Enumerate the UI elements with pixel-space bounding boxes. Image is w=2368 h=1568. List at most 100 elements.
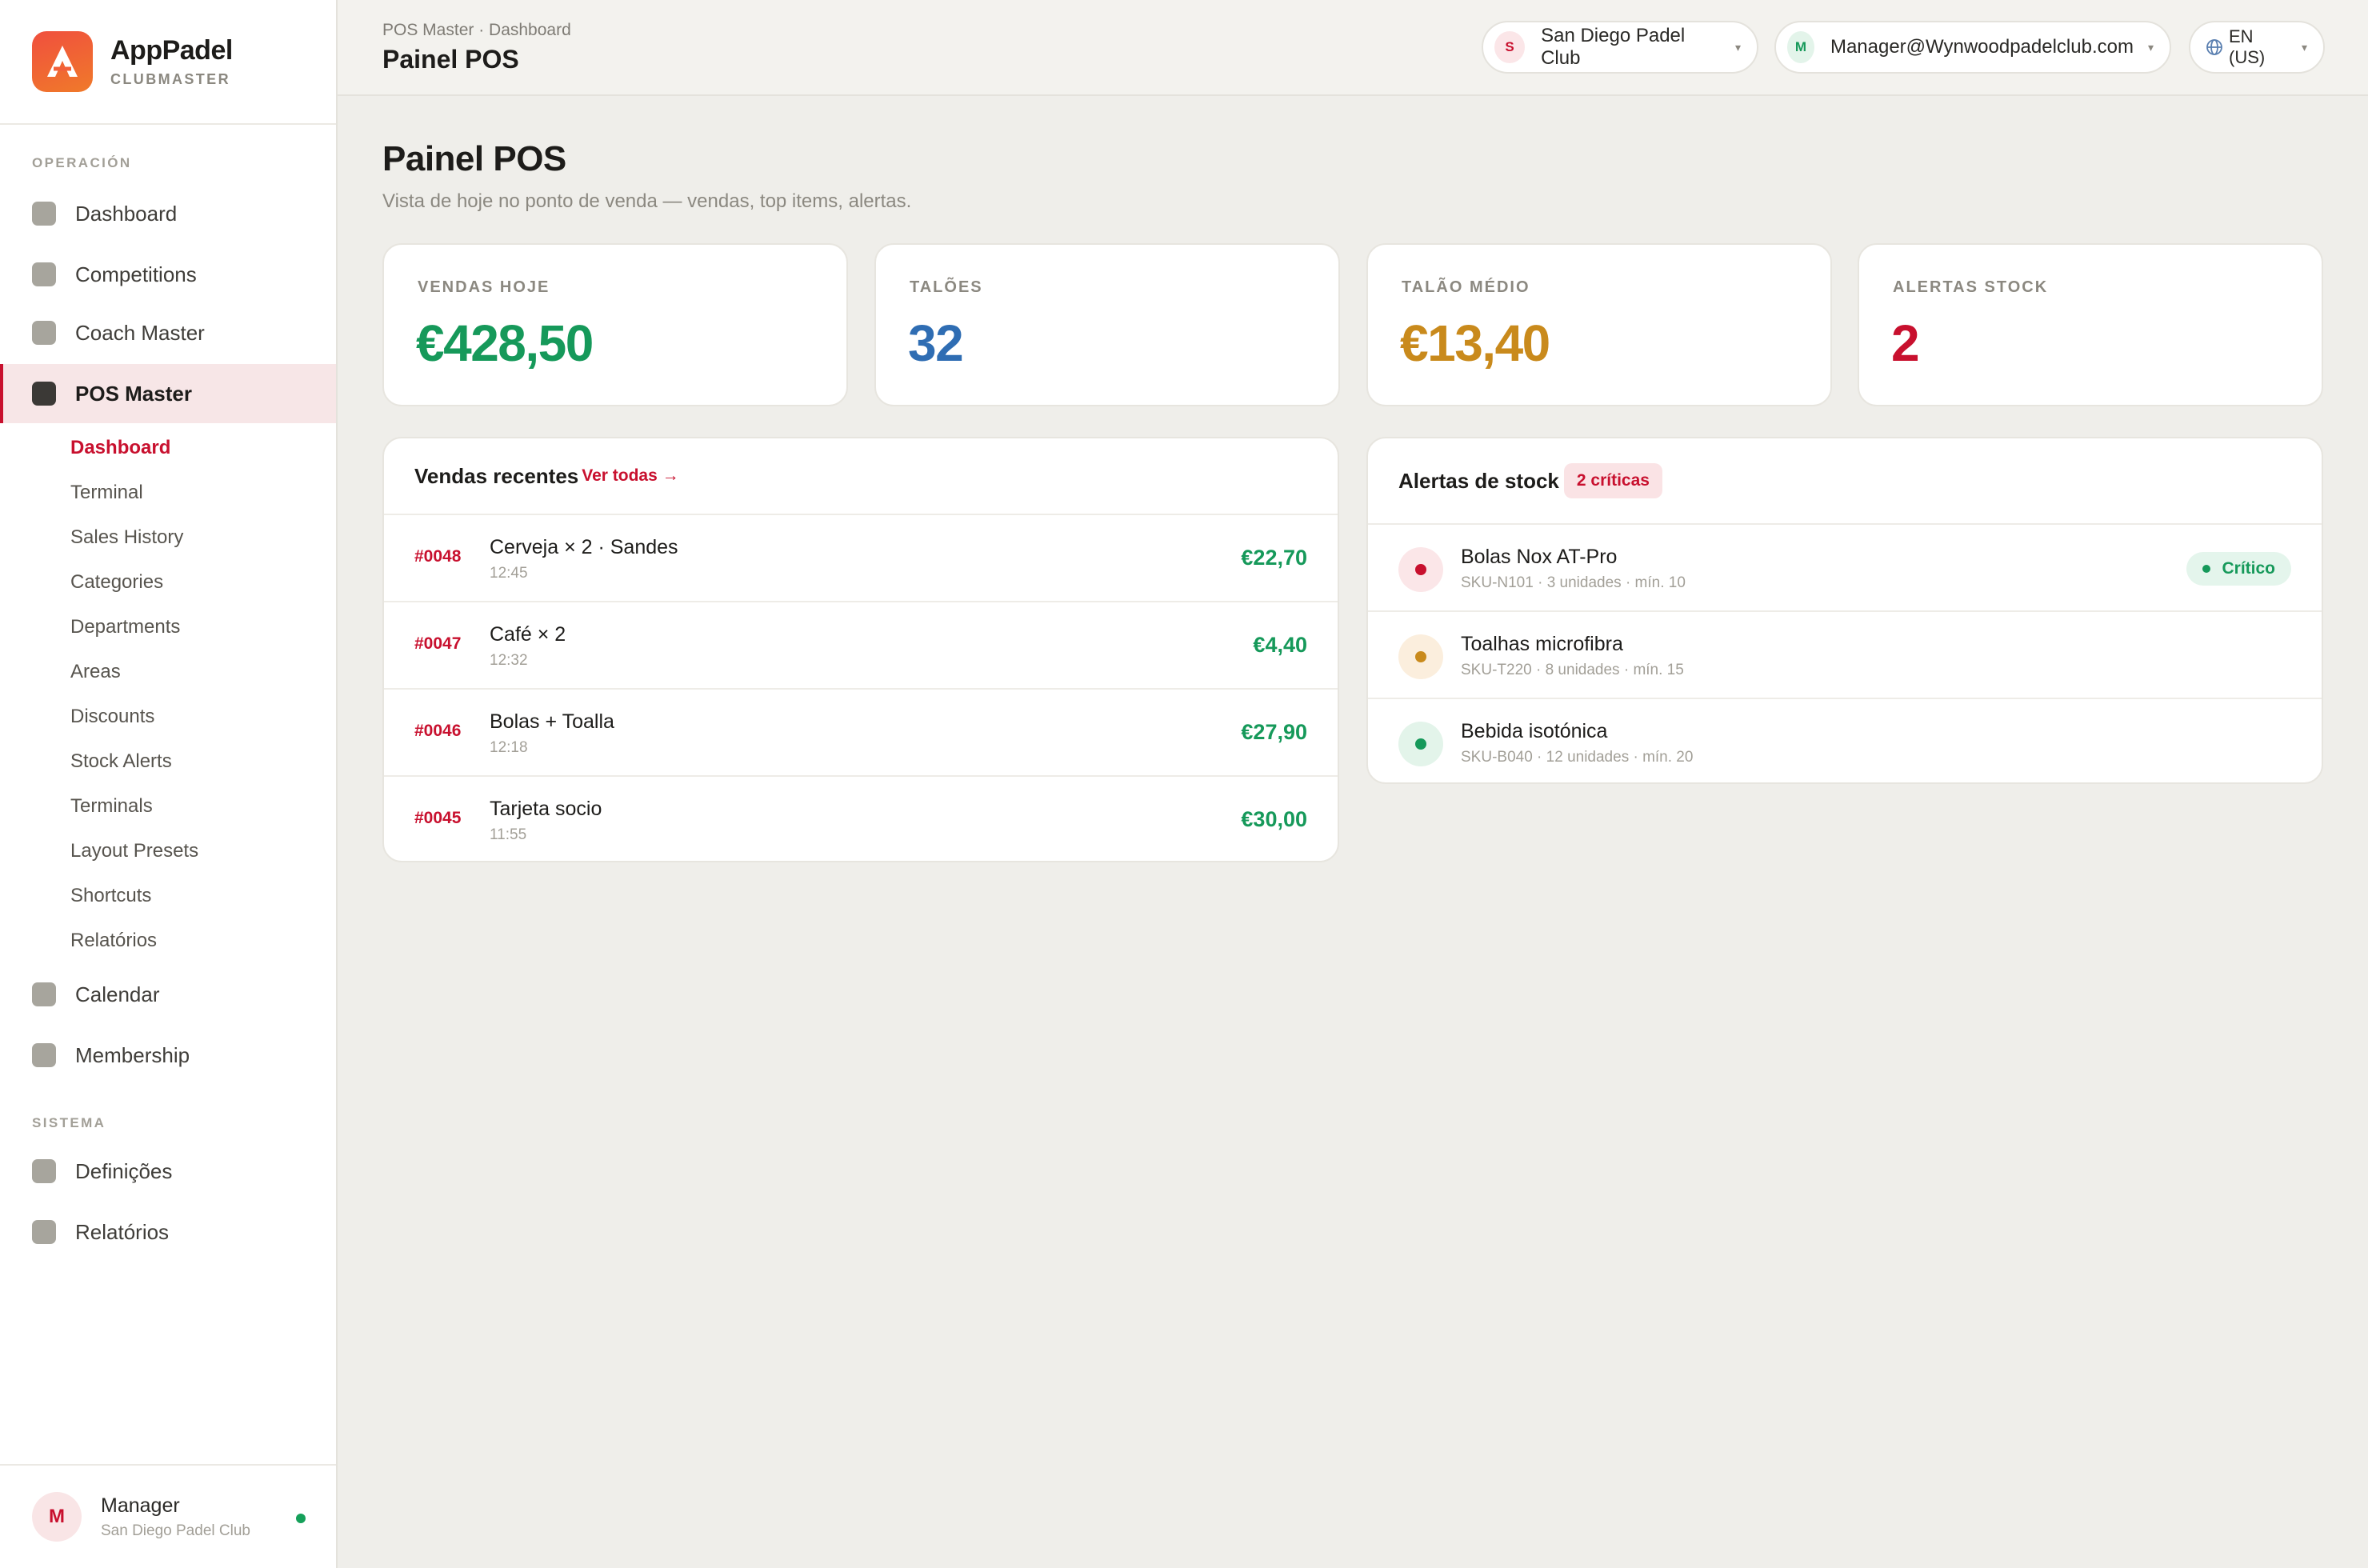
kpi-value: 2: [1891, 314, 1920, 372]
globe-icon: [2205, 38, 2224, 57]
sidebar-item-pos-master[interactable]: POS Master: [0, 364, 336, 423]
section-label-sistema: SISTEMA: [32, 1115, 106, 1130]
sale-amount: €27,90: [1241, 720, 1307, 744]
alert-status-icon: [1398, 547, 1443, 592]
section-label-operacion: OPERACIÓN: [32, 155, 132, 170]
account-selector[interactable]: M Manager@Wynwoodpadelclub.com ▾: [1774, 21, 2171, 74]
sale-time: 12:18: [490, 739, 528, 756]
alert-status-icon: [1398, 634, 1443, 679]
stock-alerts-panel: Alertas de stock 2 críticas Bolas Nox AT…: [1366, 437, 2323, 784]
stock-alerts-title: Alertas de stock: [1398, 468, 1559, 493]
subnav-stock-alerts[interactable]: Stock Alerts: [70, 750, 172, 773]
sale-time: 11:55: [490, 826, 527, 843]
sale-amount: €22,70: [1241, 546, 1307, 570]
sidebar-item-label: POS Master: [75, 381, 192, 406]
alert-product-meta: SKU-B040 · 12 unidades · mín. 20: [1461, 749, 1694, 766]
sale-name: Cerveja × 2 · Sandes: [490, 536, 678, 558]
topbar: POS Master · Dashboard Painel POS S San …: [338, 0, 2368, 96]
sidebar-item-label: Dashboard: [75, 201, 178, 226]
coach-master-icon: [32, 321, 56, 345]
alert-product-meta: SKU-N101 · 3 unidades · mín. 10: [1461, 574, 1686, 591]
club-selector[interactable]: S San Diego Padel Club ▾: [1482, 21, 1758, 74]
account-email: Manager@Wynwoodpadelclub.com: [1830, 36, 2134, 58]
kpi-card-talao-medio: TALÃO MÉDIO €13,40: [1366, 243, 1832, 406]
alert-product-name: Toalhas microfibra: [1461, 633, 1623, 655]
status-label: Crítico: [2222, 559, 2275, 578]
kpi-label: TALÃO MÉDIO: [1402, 278, 1530, 296]
club-avatar: S: [1494, 31, 1526, 63]
sale-name: Tarjeta socio: [490, 798, 602, 820]
brand[interactable]: AppPadel CLUBMASTER: [0, 0, 336, 125]
subnav-discounts[interactable]: Discounts: [70, 706, 154, 728]
language-selector[interactable]: EN (US) ▾: [2189, 21, 2325, 74]
reports-icon: [32, 1220, 56, 1244]
sale-name: Café × 2: [490, 623, 566, 646]
language-label: EN (US): [2229, 26, 2266, 67]
sidebar-item-label: Relatórios: [75, 1219, 170, 1244]
apppadel-logo-icon: [32, 31, 93, 92]
subnav-areas[interactable]: Areas: [70, 661, 121, 683]
kpi-card-taloes: TALÕES 32: [874, 243, 1340, 406]
sidebar-item-relatorios[interactable]: Relatórios: [0, 1202, 336, 1262]
subnav-terminal[interactable]: Terminal: [70, 482, 143, 504]
user-club: San Diego Padel Club: [101, 1522, 250, 1539]
chevron-down-icon: ▾: [1734, 40, 1741, 54]
sale-name: Bolas + Toalla: [490, 710, 614, 733]
subnav-categories[interactable]: Categories: [70, 571, 163, 594]
sidebar-item-coach-master[interactable]: Coach Master: [0, 303, 336, 362]
sale-time: 12:32: [490, 652, 528, 669]
kpi-value: €13,40: [1400, 314, 1550, 372]
sale-row[interactable]: #0047 Café × 2 12:32 €4,40: [384, 602, 1338, 690]
breadcrumb: POS Master · Dashboard: [382, 21, 571, 39]
kpi-value: 32: [908, 314, 964, 372]
brand-subtitle: CLUBMASTER: [110, 71, 230, 87]
sale-amount: €4,40: [1253, 633, 1307, 657]
sale-row[interactable]: #0045 Tarjeta socio 11:55 €30,00: [384, 777, 1338, 861]
sale-id: #0048: [414, 547, 462, 566]
subnav-terminals[interactable]: Terminals: [70, 795, 153, 818]
recent-sales-panel: Vendas recentes Ver todas → #0048 Cervej…: [382, 437, 1339, 862]
membership-icon: [32, 1043, 56, 1067]
subnav-departments[interactable]: Departments: [70, 616, 180, 638]
recent-sales-title: Vendas recentes: [414, 463, 579, 488]
sale-time: 12:45: [490, 565, 528, 582]
kpi-card-vendas-hoje: VENDAS HOJE €428,50: [382, 243, 848, 406]
critical-count-badge: 2 críticas: [1563, 463, 1662, 498]
sale-id: #0047: [414, 634, 462, 653]
chevron-down-icon: ▾: [2147, 40, 2154, 54]
competitions-icon: [32, 262, 56, 286]
pos-master-icon: [32, 382, 56, 406]
view-all-link[interactable]: Ver todas →: [582, 466, 678, 486]
alert-status-icon: [1398, 722, 1443, 766]
subnav-layout-presets[interactable]: Layout Presets: [70, 840, 198, 862]
calendar-icon: [32, 982, 56, 1006]
subnav-relatorios[interactable]: Relatórios: [70, 930, 157, 952]
kpi-card-alertas-stock: ALERTAS STOCK 2: [1858, 243, 2323, 406]
subnav-shortcuts[interactable]: Shortcuts: [70, 885, 151, 907]
sidebar-item-definicoes[interactable]: Definições: [0, 1142, 336, 1201]
alert-product-meta: SKU-T220 · 8 unidades · mín. 15: [1461, 662, 1684, 678]
kpi-label: TALÕES: [910, 278, 983, 296]
sidebar-item-competitions[interactable]: Competitions: [0, 245, 336, 304]
recent-sales-header: Vendas recentes Ver todas →: [384, 438, 1338, 515]
stock-alerts-header: Alertas de stock 2 críticas: [1368, 438, 2322, 525]
sidebar-item-label: Membership: [75, 1042, 190, 1067]
sidebar-item-calendar[interactable]: Calendar: [0, 965, 336, 1024]
kpi-value: €428,50: [416, 314, 594, 372]
dashboard-icon: [32, 202, 56, 226]
alert-product-name: Bolas Nox AT-Pro: [1461, 546, 1618, 568]
sidebar-item-dashboard[interactable]: Dashboard: [0, 184, 336, 243]
chevron-down-icon: ▾: [2301, 40, 2307, 54]
user-profile[interactable]: M Manager San Diego Padel Club: [0, 1464, 336, 1568]
sidebar-item-membership[interactable]: Membership: [0, 1026, 336, 1085]
sale-row[interactable]: #0046 Bolas + Toalla 12:18 €27,90: [384, 690, 1338, 777]
stock-alert-row[interactable]: Bebida isotónica SKU-B040 · 12 unidades …: [1368, 699, 2322, 782]
page-subtitle: Vista de hoje no ponto de venda — vendas…: [382, 190, 912, 212]
sale-id: #0045: [414, 809, 462, 827]
account-avatar: M: [1787, 31, 1814, 63]
subnav-dashboard[interactable]: Dashboard: [70, 437, 170, 459]
subnav-sales-history[interactable]: Sales History: [70, 526, 183, 549]
sale-row[interactable]: #0048 Cerveja × 2 · Sandes 12:45 €22,70: [384, 515, 1338, 602]
stock-alert-row[interactable]: Bolas Nox AT-Pro SKU-N101 · 3 unidades ·…: [1368, 525, 2322, 612]
stock-alert-row[interactable]: Toalhas microfibra SKU-T220 · 8 unidades…: [1368, 612, 2322, 699]
